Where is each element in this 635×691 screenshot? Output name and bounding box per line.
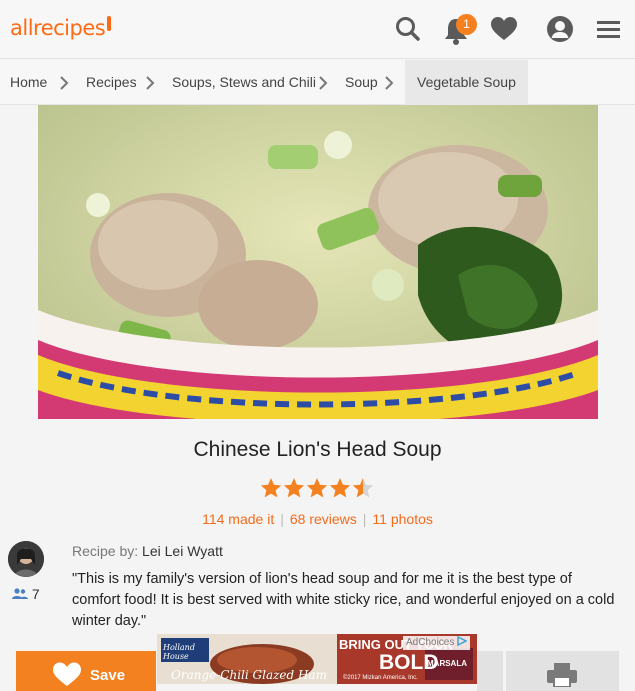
recipe-photo[interactable]	[38, 105, 598, 419]
heart-icon	[53, 662, 81, 686]
star-icon	[260, 478, 282, 498]
recipe-stats: 114 made it | 68 reviews | 11 photos	[202, 511, 433, 527]
top-bar: allrecipes 1	[0, 0, 635, 59]
reviews-link[interactable]: 68 reviews	[290, 511, 357, 527]
chevron-right-icon	[60, 76, 69, 90]
print-button[interactable]	[506, 651, 619, 691]
breadcrumb-recipes[interactable]: Recipes	[86, 60, 137, 105]
adchoices-icon	[457, 635, 468, 647]
ad-brand: Holland House	[163, 643, 195, 661]
author-avatar[interactable]	[8, 541, 44, 577]
adchoices-label[interactable]: AdChoices	[403, 635, 471, 650]
share-button[interactable]	[477, 651, 503, 691]
byline-label: Recipe by:	[72, 543, 139, 559]
ad-banner[interactable]: Holland House Orange-Chili Glazed Ham BR…	[157, 634, 477, 684]
star-icon	[306, 478, 328, 498]
star-icon	[329, 478, 351, 498]
recipe-title: Chinese Lion's Head Soup	[193, 438, 442, 461]
ad-product: Orange-Chili Glazed Ham	[171, 668, 328, 682]
breadcrumb-soup[interactable]: Soup	[345, 60, 378, 105]
breadcrumb: Home Recipes Soups, Stews and Chili Soup…	[0, 60, 635, 105]
people-icon	[12, 588, 28, 599]
chevron-right-icon	[385, 76, 394, 90]
search-icon[interactable]	[393, 14, 423, 44]
chevron-right-icon	[319, 76, 328, 90]
star-icon	[283, 478, 305, 498]
star-rating[interactable]	[260, 476, 376, 500]
chevron-right-icon	[146, 76, 155, 90]
notification-badge: 1	[456, 14, 477, 35]
breadcrumb-vegetable-soup[interactable]: Vegetable Soup	[405, 60, 528, 105]
ad-copyright: ©2017 Mizkan America, Inc.	[343, 675, 418, 681]
recipe-byline: Recipe by: Lei Lei Wyatt	[72, 543, 223, 559]
allrecipes-logo[interactable]: allrecipes	[10, 16, 112, 40]
photos-link[interactable]: 11 photos	[372, 511, 432, 527]
user-profile-icon[interactable]	[545, 14, 575, 44]
author-name[interactable]: Lei Lei Wyatt	[142, 543, 223, 559]
half-star-icon	[352, 478, 374, 498]
ad-variety: MARSALA	[427, 659, 467, 668]
made-it-count[interactable]: 114 made it	[202, 511, 274, 527]
heart-icon[interactable]	[489, 14, 519, 44]
breadcrumb-soups-stews-chili[interactable]: Soups, Stews and Chili	[172, 60, 316, 105]
author-made-count: 7	[12, 586, 40, 602]
printer-icon	[547, 663, 577, 687]
recipe-description: "This is my family's version of lion's h…	[72, 571, 615, 629]
breadcrumb-home[interactable]: Home	[10, 60, 47, 105]
menu-icon[interactable]	[594, 14, 624, 44]
save-button[interactable]: Save	[16, 651, 156, 691]
